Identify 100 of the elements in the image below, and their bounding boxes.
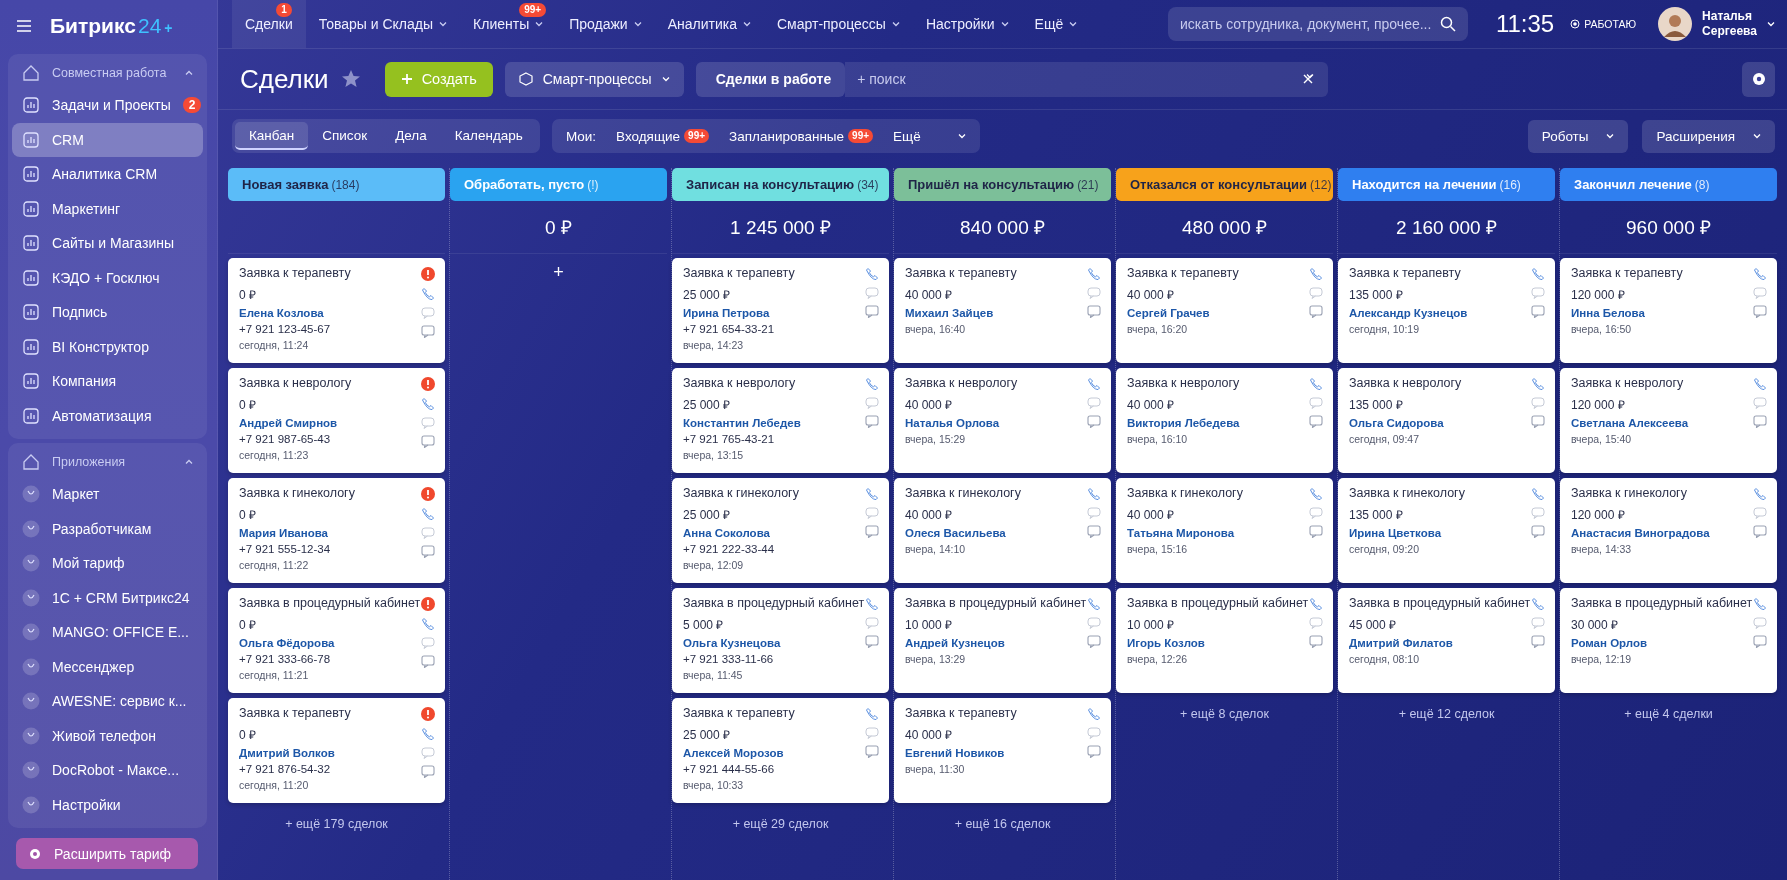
sidebar-item[interactable]: Подпись [12,295,203,330]
deal-card[interactable]: Заявка к неврологу 25 000 ₽ Константин Лебедев +7 921 765-43-21 вчера, 13:15 [672,368,889,473]
phone-icon[interactable] [1753,377,1767,391]
view-tab[interactable]: Список [308,122,382,150]
phone-icon[interactable] [1087,597,1101,611]
nav-tab[interactable]: Товары и Склады [305,0,461,48]
user-name[interactable]: Наталья Сергеева [1702,9,1757,39]
phone-icon[interactable] [865,267,879,281]
message-icon[interactable] [1087,287,1101,299]
deal-card[interactable]: Заявка к гинекологу 0 ₽ Мария Иванова +7 921 555-12-34 сегодня, 11:22 [228,478,445,583]
sidebar-item[interactable]: MANGO: OFFICE E... [12,615,203,650]
deal-title[interactable]: Заявка к гинекологу [1349,486,1531,500]
nav-tab[interactable]: Аналитика [654,0,764,48]
search-icon[interactable] [1439,16,1456,32]
contact-name[interactable]: Мария Иванова [239,527,421,539]
message-icon[interactable] [865,617,879,629]
deal-title[interactable]: Заявка к терапевту [239,706,421,720]
deal-title[interactable]: Заявка к терапевту [1127,266,1309,280]
contact-name[interactable]: Виктория Лебедева [1127,417,1309,429]
nav-tab[interactable]: Смарт-процессы [763,0,913,48]
deal-card[interactable]: Заявка в процедурный кабинет 10 000 ₽ Игорь Козлов вчера, 12:26 [1116,588,1333,693]
deal-title[interactable]: Заявка к терапевту [905,266,1087,280]
dropdown-button[interactable]: Роботы [1527,119,1629,153]
nav-tab[interactable]: Настройки [912,0,1022,48]
message-icon[interactable] [1309,617,1323,629]
phone-icon[interactable] [865,487,879,501]
sidebar-item[interactable]: Маркет [12,477,203,512]
smart-processes-button[interactable]: Смарт-процессы [504,61,684,97]
sidebar-item[interactable]: AWESNE: сервис к... [12,684,203,719]
phone-icon[interactable] [1309,487,1323,501]
phone-icon[interactable] [1309,377,1323,391]
deal-card[interactable]: Заявка к терапевту 40 000 ₽ Михаил Зайцев вчера, 16:40 [894,258,1111,363]
phone-icon[interactable] [421,287,435,301]
contact-name[interactable]: Ирина Петрова [683,307,865,319]
contact-name[interactable]: Анна Соколова [683,527,865,539]
contact-name[interactable]: Ольга Фёдорова [239,637,421,649]
phone-icon[interactable] [1087,377,1101,391]
contact-name[interactable]: Олеся Васильева [905,527,1087,539]
close-icon[interactable] [1301,72,1314,85]
comment-icon[interactable] [865,305,879,318]
deal-card[interactable]: Заявка к терапевту 40 000 ₽ Сергей Грачев вчера, 16:20 [1116,258,1333,363]
contact-name[interactable]: Андрей Смирнов [239,417,421,429]
sidebar-item[interactable]: Сайты и Магазины [12,226,203,261]
sidebar-item[interactable]: Автоматизация [12,398,203,433]
message-icon[interactable] [1087,397,1101,409]
counter-filter[interactable]: Запланированные 99+ [729,128,874,144]
message-icon[interactable] [1531,507,1545,519]
comment-icon[interactable] [421,545,435,558]
phone-icon[interactable] [421,397,435,411]
deal-title[interactable]: Заявка к гинекологу [1127,486,1309,500]
message-icon[interactable] [421,637,435,649]
deal-title[interactable]: Заявка в процедурный кабинет [1127,596,1309,610]
deal-title[interactable]: Заявка к гинекологу [683,486,865,500]
phone-icon[interactable] [1753,597,1767,611]
deal-title[interactable]: Заявка в процедурный кабинет [905,596,1087,610]
deal-card[interactable]: Заявка к терапевту 0 ₽ Дмитрий Волков +7 921 876-54-32 сегодня, 11:20 [228,698,445,803]
more-deals-link[interactable]: + ещё 179 сделок [228,817,445,831]
sidebar-item[interactable]: DocRobot - Максе... [12,753,203,788]
column-header[interactable]: Закончил лечение (8) [1560,168,1777,201]
contact-name[interactable]: Наталья Орлова [905,417,1087,429]
sidebar-item[interactable]: Аналитика CRM [12,157,203,192]
nav-tab[interactable]: Клиенты 99+ [460,0,557,48]
sidebar-item[interactable]: BI Конструктор [12,329,203,364]
comment-icon[interactable] [1309,415,1323,428]
more-deals-link[interactable]: + ещё 16 сделок [894,817,1111,831]
deal-title[interactable]: Заявка к неврологу [905,376,1087,390]
deal-title[interactable]: Заявка в процедурный кабинет [1571,596,1753,610]
deal-title[interactable]: Заявка к терапевту [683,266,865,280]
deal-title[interactable]: Заявка в процедурный кабинет [239,596,421,610]
contact-name[interactable]: Светлана Алексеева [1571,417,1753,429]
contact-name[interactable]: Дмитрий Волков [239,747,421,759]
more-deals-link[interactable]: + ещё 12 сделок [1338,707,1555,721]
deal-card[interactable]: Заявка в процедурный кабинет 30 000 ₽ Роман Орлов вчера, 12:19 [1560,588,1777,693]
sidebar-item[interactable]: Живой телефон [12,718,203,753]
comment-icon[interactable] [1753,305,1767,318]
contact-name[interactable]: Константин Лебедев [683,417,865,429]
comment-icon[interactable] [1531,525,1545,538]
comment-icon[interactable] [865,525,879,538]
phone-icon[interactable] [865,377,879,391]
deal-card[interactable]: Заявка к неврологу 120 000 ₽ Светлана Алексеева вчера, 15:40 [1560,368,1777,473]
more-deals-link[interactable]: + ещё 4 сделки [1560,707,1777,721]
phone-icon[interactable] [1531,597,1545,611]
sidebar-item[interactable]: CRM [12,122,203,157]
deal-card[interactable]: Заявка в процедурный кабинет 45 000 ₽ Дмитрий Филатов сегодня, 08:10 [1338,588,1555,693]
contact-name[interactable]: Ирина Цветкова [1349,527,1531,539]
deal-card[interactable]: Заявка к гинекологу 120 000 ₽ Анастасия Виноградова вчера, 14:33 [1560,478,1777,583]
message-icon[interactable] [421,527,435,539]
deal-card[interactable]: Заявка к неврологу 135 000 ₽ Ольга Сидорова сегодня, 09:47 [1338,368,1555,473]
message-icon[interactable] [1531,617,1545,629]
message-icon[interactable] [1309,507,1323,519]
contact-name[interactable]: Андрей Кузнецов [905,637,1087,649]
deal-title[interactable]: Заявка к гинекологу [1571,486,1753,500]
deal-title[interactable]: Заявка к неврологу [239,376,421,390]
sidebar-item[interactable]: Мой тариф [12,546,203,581]
message-icon[interactable] [865,287,879,299]
sidebar-item[interactable]: Задачи и Проекты 2 [12,88,203,123]
view-tab[interactable]: Календарь [440,122,537,150]
message-icon[interactable] [421,747,435,759]
deal-card[interactable]: Заявка к гинекологу 40 000 ₽ Олеся Васильева вчера, 14:10 [894,478,1111,583]
contact-name[interactable]: Александр Кузнецов [1349,307,1531,319]
